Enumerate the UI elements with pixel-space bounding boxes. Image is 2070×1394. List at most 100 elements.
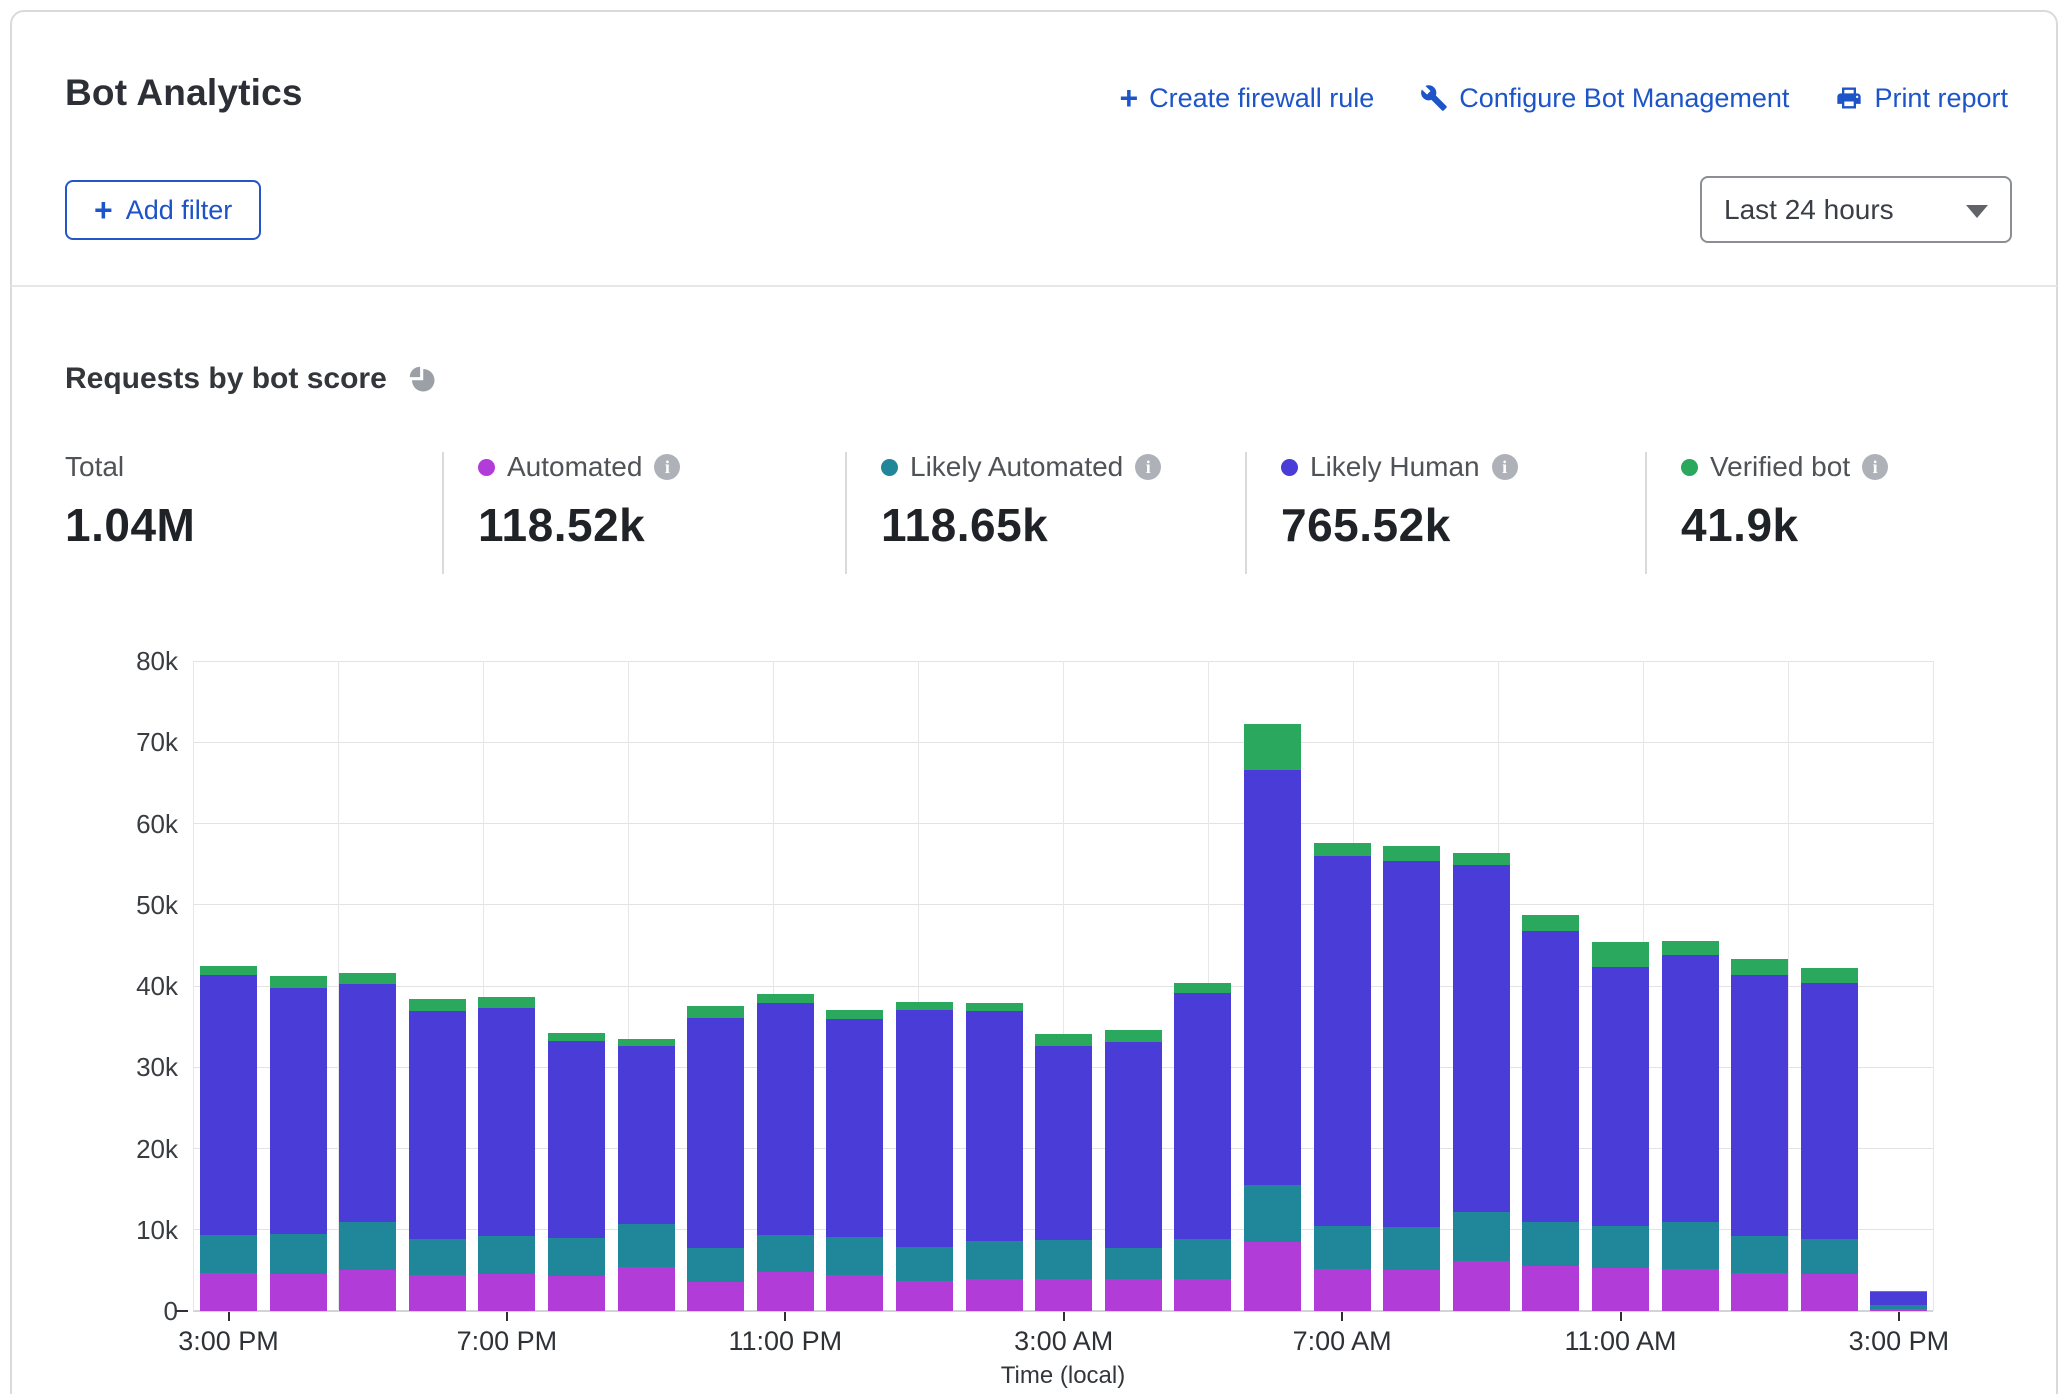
bar-group[interactable] — [548, 1033, 605, 1311]
bar-segment-automated[interactable] — [618, 1267, 675, 1311]
bar-segment-automated[interactable] — [1453, 1261, 1510, 1311]
bar-group[interactable] — [1035, 1034, 1092, 1311]
bar-segment-automated[interactable] — [1522, 1266, 1579, 1312]
bar-segment-verified-bot[interactable] — [1383, 846, 1440, 861]
bar-segment-likely-human[interactable] — [339, 984, 396, 1221]
bar-segment-likely-human[interactable] — [1801, 983, 1858, 1239]
bar-segment-likely-human[interactable] — [1522, 931, 1579, 1223]
bar-segment-likely-human[interactable] — [200, 975, 257, 1236]
bar-segment-likely-automated[interactable] — [478, 1236, 535, 1273]
bar-group[interactable] — [1383, 846, 1440, 1311]
bar-segment-automated[interactable] — [1592, 1268, 1649, 1311]
bar-segment-likely-automated[interactable] — [1035, 1240, 1092, 1279]
bar-segment-verified-bot[interactable] — [548, 1033, 605, 1041]
bar-segment-likely-human[interactable] — [1592, 967, 1649, 1226]
bar-segment-automated[interactable] — [1035, 1279, 1092, 1311]
bar-segment-automated[interactable] — [826, 1275, 883, 1311]
bar-group[interactable] — [1801, 968, 1858, 1311]
bar-group[interactable] — [1453, 853, 1510, 1311]
bar-segment-likely-human[interactable] — [618, 1046, 675, 1224]
bar-segment-likely-human[interactable] — [1870, 1292, 1927, 1306]
bar-segment-likely-human[interactable] — [896, 1010, 953, 1246]
bar-segment-verified-bot[interactable] — [757, 994, 814, 1003]
bar-segment-verified-bot[interactable] — [687, 1006, 744, 1018]
bar-segment-likely-automated[interactable] — [1314, 1226, 1371, 1269]
bar-segment-verified-bot[interactable] — [1174, 983, 1231, 993]
bar-segment-verified-bot[interactable] — [896, 1002, 953, 1010]
bar-segment-verified-bot[interactable] — [1731, 959, 1788, 974]
bar-segment-automated[interactable] — [1870, 1309, 1927, 1311]
bar-segment-automated[interactable] — [1383, 1270, 1440, 1311]
bar-segment-likely-automated[interactable] — [1105, 1248, 1162, 1280]
bar-segment-automated[interactable] — [339, 1270, 396, 1311]
bar-segment-likely-human[interactable] — [1105, 1042, 1162, 1248]
bar-segment-likely-automated[interactable] — [896, 1247, 953, 1281]
bar-segment-automated[interactable] — [1731, 1273, 1788, 1311]
bar-segment-verified-bot[interactable] — [1592, 942, 1649, 966]
bar-segment-verified-bot[interactable] — [618, 1039, 675, 1046]
bar-segment-likely-human[interactable] — [409, 1011, 466, 1239]
info-icon[interactable]: i — [1862, 454, 1888, 480]
bar-group[interactable] — [618, 1039, 675, 1311]
bar-segment-verified-bot[interactable] — [1105, 1030, 1162, 1042]
info-icon[interactable]: i — [1135, 454, 1161, 480]
bar-group[interactable] — [896, 1002, 953, 1311]
bar-group[interactable] — [1174, 983, 1231, 1311]
bar-segment-verified-bot[interactable] — [409, 999, 466, 1011]
info-icon[interactable]: i — [1492, 454, 1518, 480]
bar-segment-likely-automated[interactable] — [757, 1235, 814, 1272]
bar-group[interactable] — [478, 997, 535, 1311]
bar-group[interactable] — [1731, 959, 1788, 1311]
bar-segment-automated[interactable] — [896, 1281, 953, 1311]
print-report-link[interactable]: Print report — [1835, 83, 2008, 114]
bar-segment-verified-bot[interactable] — [1314, 843, 1371, 856]
bar-segment-automated[interactable] — [757, 1272, 814, 1311]
time-range-select[interactable]: Last 24 hours — [1700, 176, 2012, 243]
bar-group[interactable] — [1244, 724, 1301, 1311]
bar-segment-likely-automated[interactable] — [1383, 1227, 1440, 1271]
bar-segment-verified-bot[interactable] — [1662, 941, 1719, 956]
bar-segment-likely-human[interactable] — [548, 1041, 605, 1238]
bar-segment-automated[interactable] — [1105, 1279, 1162, 1311]
bar-segment-automated[interactable] — [548, 1276, 605, 1311]
configure-bot-management-link[interactable]: Configure Bot Management — [1420, 83, 1789, 114]
bar-segment-likely-automated[interactable] — [548, 1238, 605, 1276]
bar-group[interactable] — [270, 976, 327, 1311]
bar-group[interactable] — [1662, 941, 1719, 1312]
bar-segment-likely-human[interactable] — [1035, 1046, 1092, 1240]
bar-group[interactable] — [1105, 1030, 1162, 1311]
bar-segment-automated[interactable] — [1174, 1279, 1231, 1312]
create-firewall-rule-link[interactable]: + Create firewall rule — [1119, 82, 1374, 114]
bar-segment-verified-bot[interactable] — [1035, 1034, 1092, 1046]
bar-segment-likely-human[interactable] — [966, 1011, 1023, 1241]
bar-segment-automated[interactable] — [966, 1279, 1023, 1311]
add-filter-button[interactable]: + Add filter — [65, 180, 261, 240]
bar-group[interactable] — [1870, 1291, 1927, 1311]
bar-group[interactable] — [200, 966, 257, 1311]
bar-segment-likely-automated[interactable] — [1731, 1236, 1788, 1273]
bar-segment-likely-human[interactable] — [1174, 993, 1231, 1239]
bar-segment-automated[interactable] — [1662, 1269, 1719, 1311]
bar-segment-verified-bot[interactable] — [339, 973, 396, 984]
bar-segment-likely-automated[interactable] — [200, 1235, 257, 1272]
bar-group[interactable] — [339, 973, 396, 1311]
bar-segment-verified-bot[interactable] — [478, 997, 535, 1008]
bar-group[interactable] — [1522, 915, 1579, 1311]
bar-segment-likely-automated[interactable] — [1453, 1212, 1510, 1261]
bar-segment-likely-automated[interactable] — [687, 1248, 744, 1282]
bar-segment-verified-bot[interactable] — [966, 1003, 1023, 1011]
bar-segment-likely-human[interactable] — [826, 1019, 883, 1238]
bar-segment-verified-bot[interactable] — [200, 966, 257, 975]
bar-group[interactable] — [409, 999, 466, 1311]
bar-segment-automated[interactable] — [409, 1275, 466, 1311]
bar-segment-likely-human[interactable] — [1662, 955, 1719, 1222]
bar-segment-likely-human[interactable] — [270, 988, 327, 1233]
bar-segment-verified-bot[interactable] — [1244, 724, 1301, 770]
bar-segment-likely-human[interactable] — [687, 1018, 744, 1248]
bar-segment-likely-human[interactable] — [1731, 975, 1788, 1237]
bar-segment-automated[interactable] — [478, 1274, 535, 1311]
bar-segment-likely-automated[interactable] — [1592, 1226, 1649, 1268]
bar-group[interactable] — [1592, 942, 1649, 1311]
bar-segment-likely-automated[interactable] — [1662, 1222, 1719, 1269]
bar-segment-likely-automated[interactable] — [409, 1239, 466, 1276]
